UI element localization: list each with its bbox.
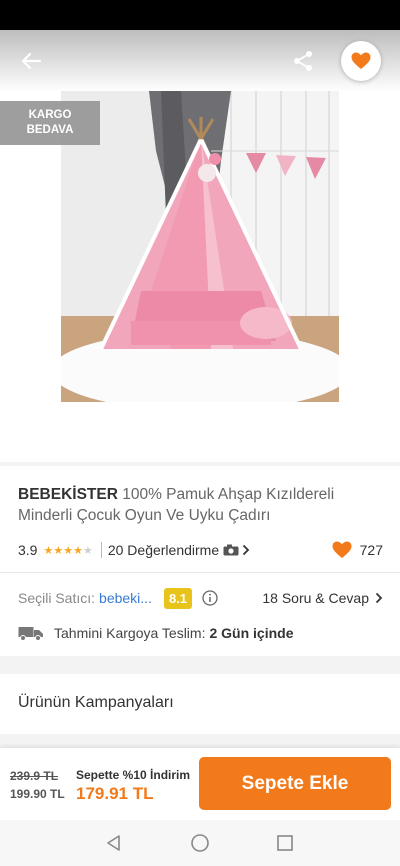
likes[interactable]: 727: [332, 541, 383, 559]
product-photo[interactable]: [61, 91, 339, 402]
status-bar: [0, 0, 400, 30]
back-button[interactable]: [16, 46, 46, 76]
divider: [0, 572, 400, 573]
badge-line-2: BEDAVA: [26, 124, 74, 136]
current-price: 199.90 TL: [10, 787, 65, 801]
delivery-estimate: Tahmini Kargoya Teslim: 2 Gün içinde: [18, 622, 383, 644]
star-icon: ★: [82, 544, 93, 557]
product-brand[interactable]: BEBEKİSTER: [18, 486, 118, 503]
seller-row: Seçili Satıcı: bebeki... 8.1 18 Soru & C…: [18, 586, 383, 610]
nav-recents-icon: [277, 835, 293, 851]
nav-back-button[interactable]: [103, 832, 125, 854]
old-price: 239.9 TL: [10, 769, 59, 783]
star-icon: ★: [73, 544, 83, 557]
questions-count: 18 Soru & Cevap: [262, 590, 369, 606]
nav-home-button[interactable]: [189, 832, 211, 854]
share-icon: [294, 51, 312, 71]
star-icon: ★: [43, 544, 54, 557]
rating-row: 3.9 ★★★★★ 20 Değerlendirme 727: [18, 540, 383, 560]
buy-bar: 239.9 TL 199.90 TL Sepette %10 İndirim 1…: [0, 748, 400, 820]
heart-icon: [351, 52, 371, 69]
final-price: 179.91 TL: [76, 784, 154, 803]
star-icon: ★: [63, 544, 74, 557]
rating-stars: ★★★★★: [43, 544, 92, 557]
product-info-card: BEBEKİSTER 100% Pamuk Ahşap Kızıldereli …: [0, 466, 400, 656]
discount-label: Sepette %10 İndirim: [76, 768, 191, 782]
heart-icon: [332, 541, 352, 558]
reviews-count: 20 Değerlendirme: [107, 542, 220, 558]
likes-count: 727: [359, 542, 383, 558]
chevron-right-icon: [243, 544, 250, 556]
system-nav-bar: [0, 820, 400, 866]
header-gradient: [0, 30, 400, 92]
nav-home-icon: [191, 834, 209, 852]
info-icon[interactable]: [202, 590, 218, 606]
product-image-area[interactable]: KARGO BEDAVA: [0, 30, 400, 462]
delivery-value: 2 Gün içinde: [209, 625, 294, 641]
seller-label: Seçili Satıcı:: [18, 590, 96, 606]
free-shipping-badge: KARGO BEDAVA: [0, 101, 100, 145]
camera-icon: [223, 544, 239, 556]
product-title: BEBEKİSTER 100% Pamuk Ahşap Kızıldereli …: [18, 484, 383, 526]
questions-link[interactable]: 18 Soru & Cevap: [262, 590, 383, 606]
seller-score-badge: 8.1: [163, 587, 193, 609]
badge-line-1: KARGO: [28, 109, 72, 121]
campaigns-section[interactable]: Ürünün Kampanyaları: [0, 674, 400, 734]
favorite-button[interactable]: [341, 41, 381, 81]
delivery-label: Tahmini Kargoya Teslim:: [54, 625, 206, 641]
campaigns-title: Ürünün Kampanyaları: [18, 694, 174, 711]
star-icon: ★: [53, 544, 64, 557]
separator: [100, 542, 102, 558]
add-to-cart-button[interactable]: Sepete Ekle: [199, 757, 391, 810]
back-arrow-icon: [21, 52, 42, 70]
seller-name-link[interactable]: bebeki...: [99, 590, 152, 606]
chevron-right-icon: [375, 592, 383, 604]
nav-recents-button[interactable]: [274, 832, 296, 854]
truck-icon: [18, 627, 43, 641]
share-button[interactable]: [288, 46, 318, 76]
rating-value: 3.9: [18, 542, 38, 558]
nav-back-icon: [107, 835, 120, 851]
reviews-link[interactable]: 20 Değerlendirme: [108, 542, 250, 558]
